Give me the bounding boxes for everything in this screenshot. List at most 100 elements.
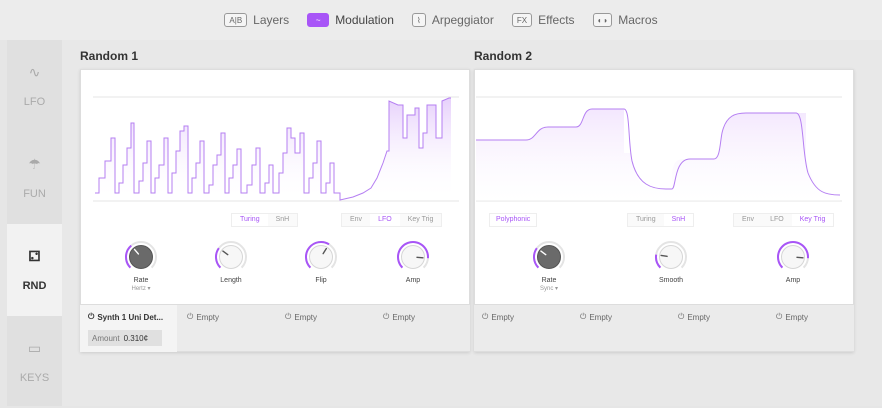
tab-arpeggiator[interactable]: ⌇ Arpeggiator [412, 0, 494, 40]
random1-rate-knob[interactable]: Rate Hertz ▾ [111, 240, 171, 292]
mod-slot[interactable]: ⏻ Empty [678, 312, 710, 322]
power-icon[interactable]: ⏻ [678, 312, 684, 322]
tab-modulation[interactable]: ~ Modulation [307, 0, 394, 40]
power-icon[interactable]: ⏻ [285, 312, 291, 322]
amount-field[interactable]: Amount 0.310¢ [88, 330, 162, 346]
random1-mode-selector: Turing SnH [231, 213, 298, 227]
tab-label: Macros [618, 13, 657, 27]
top-tab-bar: A|B Layers ~ Modulation ⌇ Arpeggiator FX… [0, 0, 882, 40]
effects-icon: FX [512, 13, 532, 27]
knob-label: Amp [786, 277, 800, 284]
slot-label: Empty [589, 313, 612, 322]
trig-key[interactable]: Key Trig [400, 214, 442, 226]
sidebar-item-label: RND [23, 280, 47, 292]
random1-title: Random 1 [80, 49, 138, 63]
knob-label: Smooth [659, 277, 683, 284]
knob-graphic[interactable] [304, 240, 338, 274]
trig-env[interactable]: Env [734, 214, 762, 226]
modulation-icon: ~ [307, 13, 329, 27]
tab-effects[interactable]: FX Effects [512, 0, 575, 40]
knob-graphic[interactable] [776, 240, 810, 274]
mode-turing[interactable]: Turing [232, 214, 268, 226]
knob-graphic[interactable] [532, 240, 566, 274]
random2-mode-selector: Turing SnH [627, 213, 694, 227]
random1-amp-knob[interactable]: Amp [383, 240, 443, 284]
sine-wave-icon: ∿ [29, 64, 41, 80]
knob-label: Flip [315, 277, 326, 284]
sidebar-item-keys[interactable]: ▭ KEYS [7, 316, 62, 408]
sidebar-item-label: KEYS [20, 372, 49, 384]
mod-slot[interactable]: ⏻ Empty [482, 312, 514, 322]
random1-length-knob[interactable]: Length [201, 240, 261, 284]
random2-trigger-selector: Env LFO Key Trig [733, 213, 834, 227]
knob-graphic[interactable] [124, 240, 158, 274]
mod-slot[interactable]: ⏻ Empty [285, 312, 317, 322]
slot-label: Empty [491, 313, 514, 322]
trig-lfo[interactable]: LFO [762, 214, 792, 226]
modulation-main: Random 1 Turing SnH Env LFO Key Trig [62, 40, 882, 406]
knob-label: Amp [406, 277, 420, 284]
mod-slot[interactable]: ⏻ Synth 1 Uni Det... [88, 312, 163, 322]
random1-mod-slots: ⏻ Synth 1 Uni Det... Amount 0.310¢ ⏻ Emp… [80, 304, 470, 351]
random1-flip-knob[interactable]: Flip [291, 240, 351, 284]
knob-body [220, 246, 243, 269]
random2-mod-slots: ⏻ Empty ⏻ Empty ⏻ Empty ⏻ Empty [474, 304, 854, 351]
power-icon[interactable]: ⏻ [580, 312, 586, 322]
sidebar-item-rnd[interactable]: ⚁ RND [7, 224, 62, 316]
random2-smooth-knob[interactable]: Smooth [641, 240, 701, 284]
power-icon[interactable]: ⏻ [187, 312, 193, 322]
tab-layers[interactable]: A|B Layers [224, 0, 289, 40]
random2-amp-knob[interactable]: Amp [763, 240, 823, 284]
dice-icon: ⚁ [28, 248, 40, 264]
mushroom-icon: ☂ [28, 156, 41, 172]
knob-label: Rate [134, 277, 149, 284]
mode-turing[interactable]: Turing [628, 214, 664, 226]
mod-slot[interactable]: ⏻ Empty [187, 312, 219, 322]
sidebar-item-fun[interactable]: ☂ FUN [7, 132, 62, 224]
mod-slot[interactable]: ⏻ Empty [383, 312, 415, 322]
knob-body [660, 246, 683, 269]
rate-unit-dropdown[interactable]: Hertz ▾ [131, 285, 150, 292]
trig-env[interactable]: Env [342, 214, 370, 226]
trig-key[interactable]: Key Trig [792, 214, 834, 226]
random1-waveform [93, 93, 459, 205]
slot-label: Synth 1 Uni Det... [97, 313, 163, 322]
rate-unit-dropdown[interactable]: Sync ▾ [540, 285, 558, 292]
arpeggiator-icon: ⌇ [412, 13, 426, 27]
tab-label: Modulation [335, 13, 394, 27]
mod-source-sidebar: ∿ LFO ☂ FUN ⚁ RND ▭ KEYS [7, 40, 62, 406]
knob-body [310, 246, 333, 269]
random2-rate-knob[interactable]: Rate Sync ▾ [519, 240, 579, 292]
knob-graphic[interactable] [214, 240, 248, 274]
power-icon[interactable]: ⏻ [383, 312, 389, 322]
polyphonic-toggle[interactable]: Polyphonic [489, 213, 537, 227]
amount-value[interactable]: 0.310¢ [124, 334, 148, 343]
sidebar-item-label: FUN [23, 188, 46, 200]
mod-slot[interactable]: ⏻ Empty [580, 312, 612, 322]
tab-label: Layers [253, 13, 289, 27]
keyboard-icon: ▭ [28, 340, 41, 356]
slot-label: Empty [785, 313, 808, 322]
tab-label: Arpeggiator [432, 13, 494, 27]
tab-macros[interactable]: ◐◑ Macros [593, 0, 658, 40]
random2-waveform [476, 93, 842, 205]
trig-lfo[interactable]: LFO [370, 214, 400, 226]
random1-trigger-selector: Env LFO Key Trig [341, 213, 442, 227]
mode-snh[interactable]: SnH [664, 214, 694, 226]
knob-graphic[interactable] [654, 240, 688, 274]
mode-snh[interactable]: SnH [268, 214, 298, 226]
power-icon[interactable]: ⏻ [88, 312, 94, 322]
power-icon[interactable]: ⏻ [482, 312, 488, 322]
slot-label: Empty [294, 313, 317, 322]
knob-body [130, 246, 153, 269]
sidebar-item-lfo[interactable]: ∿ LFO [7, 40, 62, 132]
tab-label: Effects [538, 13, 574, 27]
knob-graphic[interactable] [396, 240, 430, 274]
sidebar-item-label: LFO [24, 96, 45, 108]
slot-label: Empty [392, 313, 415, 322]
power-icon[interactable]: ⏻ [776, 312, 782, 322]
knob-body [538, 246, 561, 269]
knob-label: Length [220, 277, 241, 284]
mod-slot[interactable]: ⏻ Empty [776, 312, 808, 322]
slot-label: Empty [196, 313, 219, 322]
